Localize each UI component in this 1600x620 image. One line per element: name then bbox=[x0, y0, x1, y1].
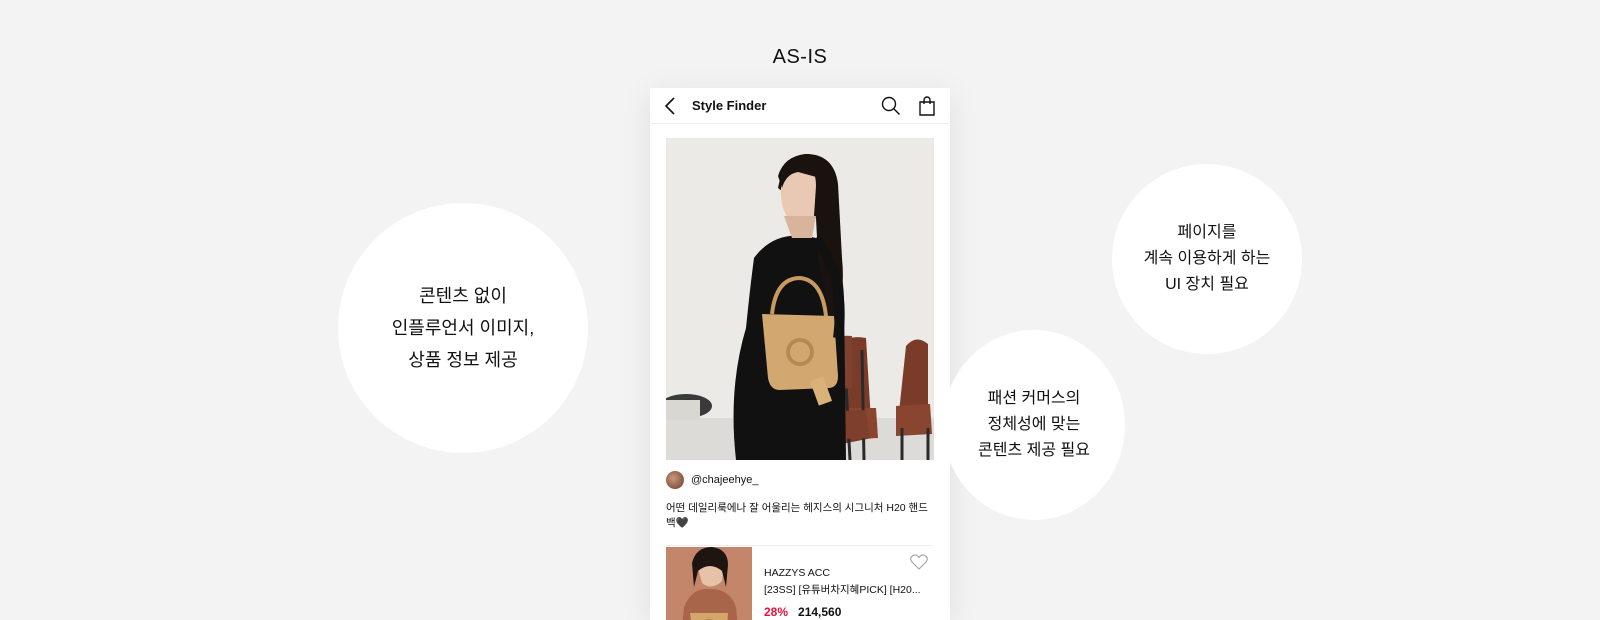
discount-rate: 28% bbox=[764, 605, 789, 619]
post-author[interactable]: @chajeehye_ bbox=[666, 471, 934, 489]
search-icon bbox=[881, 96, 900, 115]
back-button[interactable] bbox=[662, 96, 678, 116]
product-info: HAZZYS ACC [23SS] [유튜버차지혜PICK] [H20... 2… bbox=[764, 547, 934, 620]
app-bar: Style Finder bbox=[650, 88, 950, 124]
page-title: AS-IS bbox=[772, 46, 828, 68]
product-brand: HAZZYS ACC bbox=[764, 567, 830, 579]
chevron-left-icon bbox=[664, 96, 675, 115]
product-thumbnail[interactable] bbox=[666, 547, 752, 620]
influencer-photo[interactable] bbox=[666, 138, 934, 460]
note-text-middle: 패션 커머스의 정체성에 맞는 콘텐츠 제공 필요 bbox=[978, 390, 1090, 459]
note-bubble-right: 페이지를 계속 이용하게 하는 UI 장치 필요 bbox=[1112, 164, 1302, 354]
product-name[interactable]: [23SS] [유튜버차지혜PICK] [H20... bbox=[764, 582, 924, 597]
heart-icon bbox=[910, 554, 928, 570]
note-bubble-middle: 패션 커머스의 정체성에 맞는 콘텐츠 제공 필요 bbox=[943, 330, 1125, 520]
price-row: 28% 214,560 bbox=[764, 605, 934, 619]
cart-button[interactable] bbox=[916, 95, 938, 117]
product-thumbnail-illustration bbox=[666, 547, 752, 620]
note-text-right: 페이지를 계속 이용하게 하는 UI 장치 필요 bbox=[1143, 224, 1271, 293]
avatar[interactable] bbox=[666, 471, 684, 489]
wishlist-button[interactable] bbox=[910, 554, 928, 570]
feed-content: @chajeehye_ 어떤 데일리룩에나 잘 어울리는 헤지스의 시그니처 H… bbox=[650, 124, 950, 620]
post-caption: 어떤 데일리룩에나 잘 어울리는 헤지스의 시그니처 H20 핸드백🖤 bbox=[666, 502, 928, 529]
app-title: Style Finder bbox=[692, 98, 767, 113]
search-button[interactable] bbox=[880, 95, 902, 117]
shopping-bag-icon bbox=[919, 95, 935, 116]
phone-screen: Style Finder @chajeehye_ 어떤 데일리룩에나 잘 어울리… bbox=[650, 88, 950, 620]
note-bubble-left: 콘텐츠 없이 인플루언서 이미지, 상품 정보 제공 bbox=[338, 203, 588, 453]
product-price: 214,560 bbox=[798, 605, 842, 619]
author-handle[interactable]: @chajeehye_ bbox=[691, 474, 758, 486]
note-text-left: 콘텐츠 없이 인플루언서 이미지, 상품 정보 제공 bbox=[391, 286, 535, 370]
influencer-photo-illustration bbox=[666, 138, 934, 460]
product-card[interactable]: HAZZYS ACC [23SS] [유튜버차지혜PICK] [H20... 2… bbox=[666, 546, 934, 620]
